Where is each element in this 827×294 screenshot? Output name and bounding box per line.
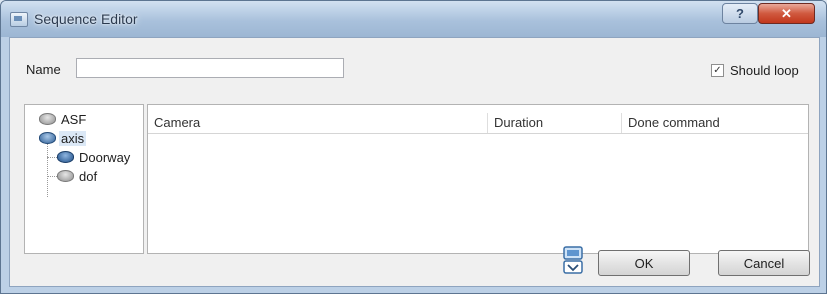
tree-item-dof[interactable]: dof — [57, 167, 99, 185]
dialog-body: Name ✓ Should loop ASF axis Doorway dof … — [9, 37, 820, 287]
object-node-icon — [57, 151, 74, 163]
object-node-icon — [57, 170, 74, 182]
window-title: Sequence Editor — [34, 11, 138, 27]
column-header-duration[interactable]: Duration — [487, 113, 621, 133]
sequence-editor-window: Sequence Editor ? ✕ Name ✓ Should loop A… — [0, 0, 827, 294]
checkbox-icon[interactable]: ✓ — [711, 64, 724, 77]
should-loop-label: Should loop — [730, 63, 799, 78]
ok-button[interactable]: OK — [598, 250, 690, 276]
tree-item-doorway[interactable]: Doorway — [57, 148, 132, 166]
object-node-icon — [39, 132, 56, 144]
name-input[interactable] — [76, 58, 344, 78]
object-tree[interactable]: ASF axis Doorway dof — [24, 104, 144, 254]
tree-item-label: axis — [59, 130, 87, 146]
tree-connector — [47, 157, 57, 158]
grid-header: Camera Duration Done command — [148, 113, 808, 134]
object-node-icon — [39, 113, 56, 125]
app-icon — [10, 12, 28, 27]
name-label: Name — [26, 62, 61, 77]
sequence-action-icon[interactable] — [563, 246, 583, 274]
tree-item-label: Doorway — [79, 149, 131, 165]
help-button[interactable]: ? — [722, 3, 758, 24]
column-header-camera[interactable]: Camera — [148, 113, 487, 133]
tree-item-axis[interactable]: axis — [39, 129, 87, 147]
tree-item-label: ASF — [61, 111, 87, 127]
sequence-grid[interactable]: Camera Duration Done command — [147, 104, 809, 254]
tree-connector — [47, 176, 57, 177]
column-header-done-command[interactable]: Done command — [621, 113, 808, 133]
cancel-button[interactable]: Cancel — [718, 250, 810, 276]
should-loop-checkbox[interactable]: ✓ Should loop — [711, 63, 799, 78]
tree-item-label: dof — [79, 168, 98, 184]
tree-item-asf[interactable]: ASF — [39, 110, 88, 128]
close-button[interactable]: ✕ — [758, 3, 815, 24]
title-bar[interactable]: Sequence Editor ? ✕ — [1, 1, 826, 37]
